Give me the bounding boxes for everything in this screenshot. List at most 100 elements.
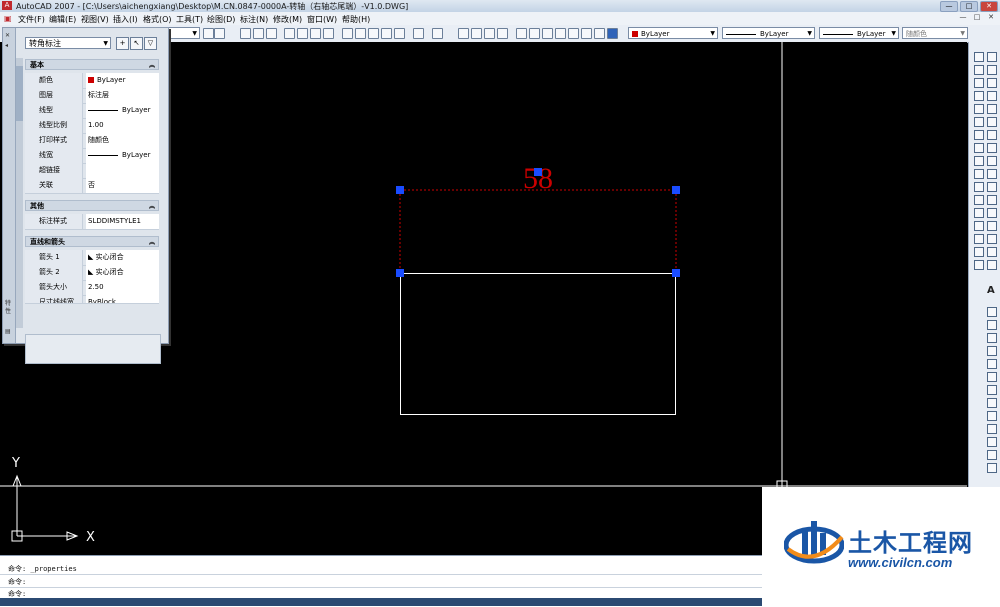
- hatch-icon[interactable]: [974, 221, 984, 231]
- grip-ext-right[interactable]: [672, 269, 680, 277]
- help-icon[interactable]: [607, 28, 618, 39]
- region-icon[interactable]: [974, 247, 984, 257]
- break-icon[interactable]: [987, 195, 997, 205]
- property-row-dimline-weight[interactable]: 尺寸线线宽 ByBlock: [25, 295, 159, 304]
- select-objects-icon[interactable]: ↖: [130, 37, 143, 50]
- section-basic[interactable]: 基本 ︽: [25, 59, 159, 70]
- arc-length-dim-icon[interactable]: [987, 333, 997, 343]
- dimension-text[interactable]: 58: [523, 162, 553, 195]
- calculator-icon[interactable]: [594, 28, 605, 39]
- mirror-icon[interactable]: [987, 78, 997, 88]
- markup-icon[interactable]: [568, 28, 579, 39]
- property-row-hyperlink[interactable]: 超链接: [25, 163, 159, 179]
- autocad-app-icon[interactable]: A: [2, 1, 12, 10]
- zoom-previous-icon[interactable]: [497, 28, 508, 39]
- menu-modify[interactable]: 修改(M): [273, 14, 302, 25]
- publish-icon[interactable]: [310, 28, 321, 39]
- palette-options-icon[interactable]: ▤: [5, 328, 13, 335]
- redo-icon[interactable]: [432, 28, 443, 39]
- doc-minimize-button[interactable]: —: [958, 13, 968, 22]
- menu-view[interactable]: 视图(V): [81, 14, 109, 25]
- property-row-layer[interactable]: 图层 标注层: [25, 88, 159, 104]
- continue-dim-icon[interactable]: [987, 437, 997, 447]
- linetype-combo[interactable]: ByLayer ▼: [722, 27, 815, 39]
- linear-dim-icon[interactable]: [987, 307, 997, 317]
- gradient-icon[interactable]: [974, 234, 984, 244]
- trim-icon[interactable]: [987, 169, 997, 179]
- close-button[interactable]: ✕: [980, 1, 998, 12]
- selection-type-dropdown[interactable]: 转角标注 ▼: [25, 37, 111, 49]
- radius-dim-icon[interactable]: [987, 359, 997, 369]
- workspace-settings-icon[interactable]: [203, 28, 214, 39]
- revision-cloud-icon[interactable]: [974, 143, 984, 153]
- sheet-set-icon[interactable]: [555, 28, 566, 39]
- rectangle-geometry[interactable]: [400, 273, 676, 415]
- line-tool-icon[interactable]: [974, 52, 984, 62]
- menu-insert[interactable]: 插入(I): [113, 14, 138, 25]
- join-icon[interactable]: [987, 208, 997, 218]
- text-tool-icon[interactable]: A: [987, 285, 995, 296]
- aligned-dim-icon[interactable]: [987, 320, 997, 330]
- tool-palettes-icon[interactable]: [542, 28, 553, 39]
- property-row-arrow2[interactable]: 箭头 2 ◣ 实心闭合: [25, 265, 159, 281]
- diameter-dim-icon[interactable]: [987, 385, 997, 395]
- baseline-dim-icon[interactable]: [987, 424, 997, 434]
- zoom-window-icon[interactable]: [484, 28, 495, 39]
- print-preview-icon[interactable]: [297, 28, 308, 39]
- circle-icon[interactable]: [974, 130, 984, 140]
- cut-icon[interactable]: [342, 28, 353, 39]
- quickcalc-icon[interactable]: [581, 28, 592, 39]
- quick-leader-icon[interactable]: [987, 450, 997, 460]
- menu-window[interactable]: 窗口(W): [307, 14, 337, 25]
- fillet-icon[interactable]: [987, 234, 997, 244]
- grip-dim-right[interactable]: [672, 186, 680, 194]
- new-file-icon[interactable]: [240, 28, 251, 39]
- polyline-icon[interactable]: [974, 78, 984, 88]
- collapse-chevron-icon[interactable]: ︽: [149, 237, 155, 248]
- erase-icon[interactable]: [987, 52, 997, 62]
- copy-icon[interactable]: [355, 28, 366, 39]
- menu-help[interactable]: 帮助(H): [342, 14, 370, 25]
- grip-ext-left[interactable]: [396, 269, 404, 277]
- tolerance-icon[interactable]: [987, 463, 997, 473]
- move-icon[interactable]: [987, 117, 997, 127]
- paste-icon[interactable]: [368, 28, 379, 39]
- construction-line-icon[interactable]: [974, 65, 984, 75]
- section-other[interactable]: 其他 ︽: [25, 200, 159, 211]
- table-icon[interactable]: [987, 247, 997, 257]
- doc-close-button[interactable]: ✕: [986, 13, 996, 22]
- rotate-icon[interactable]: [987, 130, 997, 140]
- grip-dim-left[interactable]: [396, 186, 404, 194]
- menu-dimension[interactable]: 标注(N): [240, 14, 268, 25]
- toggle-pickadd-icon[interactable]: +: [116, 37, 129, 50]
- lineweight-combo[interactable]: ByLayer ▼: [819, 27, 899, 39]
- save-icon[interactable]: [266, 28, 277, 39]
- property-row-dimstyle[interactable]: 标注样式 SLDDIMSTYLE1: [25, 214, 159, 230]
- minimize-button[interactable]: —: [940, 1, 958, 12]
- collapse-chevron-icon[interactable]: ︽: [149, 201, 155, 212]
- property-row-lineweight[interactable]: 线宽 ByLayer: [25, 148, 159, 164]
- print-icon[interactable]: [284, 28, 295, 39]
- menu-file[interactable]: 文件(F): [18, 14, 45, 25]
- stretch-icon[interactable]: [987, 156, 997, 166]
- property-row-arrow-size[interactable]: 箭头大小 2.50: [25, 280, 159, 296]
- extend-icon[interactable]: [987, 182, 997, 192]
- properties-icon[interactable]: [516, 28, 527, 39]
- command-prompt-line[interactable]: 命令:: [8, 577, 26, 587]
- palette-title-strip[interactable]: ✕ ◂ 特性 ▤: [3, 28, 16, 343]
- quick-dim-icon[interactable]: [987, 411, 997, 421]
- zoom-realtime-icon[interactable]: [471, 28, 482, 39]
- palette-close-icon[interactable]: ✕: [5, 32, 13, 39]
- copy-object-icon[interactable]: [987, 65, 997, 75]
- property-row-arrow1[interactable]: 箭头 1 ◣ 实心闭合: [25, 250, 159, 266]
- ordinate-dim-icon[interactable]: [987, 346, 997, 356]
- document-icon[interactable]: ▣: [4, 14, 12, 23]
- property-row-color[interactable]: 颜色 ByLayer: [25, 73, 159, 89]
- undo-icon[interactable]: [413, 28, 424, 39]
- make-block-icon[interactable]: [974, 195, 984, 205]
- grip-dim-text[interactable]: [534, 168, 542, 176]
- color-combo[interactable]: ByLayer ▼: [628, 27, 718, 39]
- menu-tools[interactable]: 工具(T): [176, 14, 203, 25]
- menu-draw[interactable]: 绘图(D): [207, 14, 235, 25]
- maximize-button[interactable]: □: [960, 1, 978, 12]
